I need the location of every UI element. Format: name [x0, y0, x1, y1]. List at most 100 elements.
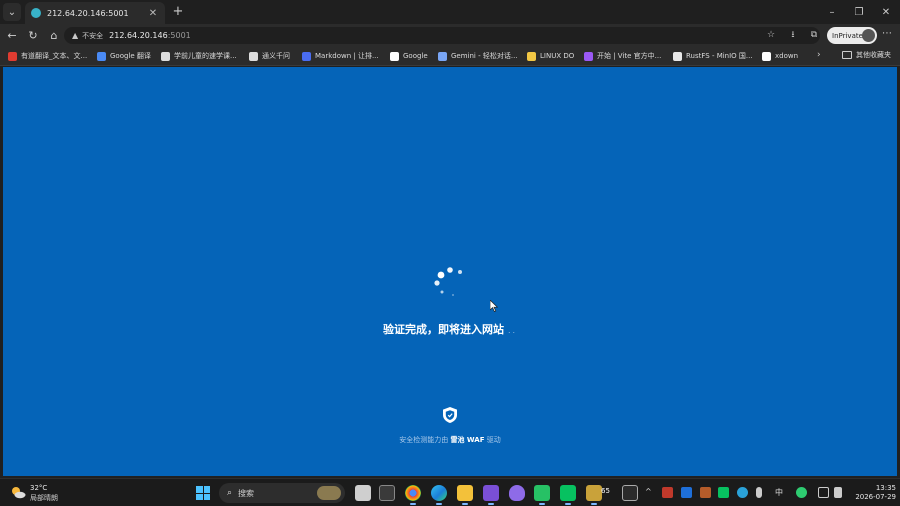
bookmark-item[interactable]: Google 翻译 — [97, 50, 151, 62]
taskbar-search-box[interactable]: ⌕ 搜索 — [219, 483, 345, 503]
bookmark-favicon-icon — [438, 51, 447, 61]
maximize-button[interactable]: ❐ — [845, 0, 873, 24]
snipping-tool-icon[interactable] — [622, 485, 638, 501]
bookmark-label: Google — [403, 52, 428, 60]
favorite-star-icon[interactable]: ☆ — [764, 28, 778, 42]
powered-by-suffix: 驱动 — [486, 436, 501, 444]
mouse-cursor-icon — [490, 300, 498, 312]
warning-triangle-icon[interactable]: ▲ — [72, 31, 78, 40]
edge-icon[interactable] — [431, 485, 447, 505]
bookmark-label: 有道翻译_文本、文... — [21, 52, 88, 60]
bookmark-item[interactable]: xdown — [762, 50, 798, 62]
address-bar[interactable]: ▲ 不安全 212.64.20.146 :5001 — [64, 27, 820, 44]
split-screen-icon[interactable]: ⧉ — [807, 28, 821, 42]
bookmark-label: Gemini - 轻松对话... — [451, 52, 518, 60]
bookmarks-overflow-chevron-icon[interactable]: › — [817, 50, 821, 60]
clock-date[interactable]: 2026-07-29 — [850, 493, 896, 501]
file-explorer-icon[interactable] — [457, 485, 473, 505]
tray-shield-icon[interactable] — [681, 487, 692, 498]
other-favorites-folder[interactable]: 其他收藏夹 — [842, 50, 891, 60]
bookmark-item[interactable]: 开始 | Vite 官方中... — [584, 50, 661, 62]
reload-button[interactable]: ↻ — [25, 27, 41, 43]
bookmark-label: 开始 | Vite 官方中... — [597, 52, 662, 60]
loading-spinner-icon — [434, 267, 462, 296]
chrome-icon[interactable] — [405, 485, 421, 505]
back-button[interactable]: ← — [4, 27, 20, 43]
verification-message-text: 验证完成，即将进入网站 — [382, 323, 504, 336]
minimize-button[interactable]: – — [818, 0, 846, 24]
search-label: 搜索 — [238, 488, 255, 498]
browser-toolbar: ← ↻ ⌂ ▲ 不安全 212.64.20.146 :5001 ☆ ⭳ ⧉ In… — [0, 24, 900, 46]
close-window-button[interactable]: ✕ — [872, 0, 900, 24]
bookmarks-bar: 有道翻译_文本、文... Google 翻译 学前儿童的速学课... 通义千问 … — [0, 46, 900, 66]
tab-title: 212.64.20.146:5001 — [47, 8, 129, 18]
bookmark-item[interactable]: 学前儿童的速学课... — [161, 50, 237, 62]
download-icon[interactable]: ⭳ — [786, 28, 800, 42]
tab-actions-menu-button[interactable]: ⌄ — [3, 3, 21, 21]
inprivate-label: InPrivate — [832, 31, 863, 40]
tab-strip: ⌄ 212.64.20.146:5001 ✕ + – ❐ ✕ — [0, 0, 900, 24]
wechat-icon[interactable] — [560, 485, 576, 505]
bookmark-label: Google 翻译 — [110, 52, 151, 60]
folder-icon — [842, 51, 852, 59]
bookmark-favicon-icon — [161, 51, 170, 61]
tray-wechat-icon[interactable] — [718, 487, 729, 498]
bookmark-favicon-icon — [390, 51, 399, 61]
bookmark-favicon-icon — [584, 51, 593, 61]
taskbar: 32°C 局部晴朗 ⌕ 搜索 65 ^ 中 13:35 2026-07-29 — [0, 478, 900, 506]
bookmark-label: RustFS - MinIO 国... — [686, 52, 753, 60]
safeline-shield-logo-icon — [443, 407, 457, 423]
notification-badge[interactable]: 65 — [601, 487, 610, 495]
tab-close-icon[interactable]: ✕ — [147, 8, 159, 19]
loading-dots: .. — [507, 326, 518, 335]
tray-overflow-chevron-icon[interactable]: ^ — [645, 487, 652, 496]
clock-time[interactable]: 13:35 — [860, 484, 896, 492]
page-content: 验证完成，即将进入网站.. 安全检测能力由 雷池 WAF 驱动 — [3, 67, 897, 476]
visual-studio-icon[interactable] — [483, 485, 499, 505]
terminal-icon[interactable] — [379, 485, 395, 501]
search-icon: ⌕ — [227, 488, 233, 498]
bookmark-label: Markdown | 让排... — [315, 52, 379, 60]
bookmark-favicon-icon — [762, 51, 771, 61]
security-status-label[interactable]: 不安全 — [82, 31, 103, 41]
tray-cloud-icon[interactable] — [737, 487, 748, 498]
weather-temperature[interactable]: 32°C — [30, 484, 47, 492]
app-icon[interactable] — [509, 485, 525, 501]
tab-favicon-icon — [31, 8, 41, 18]
new-tab-button[interactable]: + — [170, 4, 186, 20]
tray-status-icon[interactable] — [796, 487, 807, 498]
weather-description[interactable]: 局部晴朗 — [30, 493, 58, 503]
network-icon[interactable] — [818, 487, 829, 498]
volume-icon[interactable] — [834, 487, 842, 498]
tab-active[interactable]: 212.64.20.146:5001 ✕ — [25, 2, 165, 24]
bookmark-item[interactable]: Markdown | 让排... — [302, 50, 379, 62]
bookmark-item[interactable]: 通义千问 — [249, 50, 290, 62]
bookmark-favicon-icon — [97, 51, 106, 61]
powered-by-prefix: 安全检测能力由 — [399, 436, 449, 444]
bookmark-item[interactable]: Google — [390, 50, 428, 62]
browser-window: ⌄ 212.64.20.146:5001 ✕ + – ❐ ✕ ← ↻ ⌂ ▲ 不… — [0, 0, 900, 506]
microphone-icon[interactable] — [756, 487, 762, 498]
inprivate-badge[interactable]: InPrivate — [827, 27, 877, 44]
bookmark-item[interactable]: Gemini - 轻松对话... — [438, 50, 518, 62]
url-host: 212.64.20.146 — [109, 31, 168, 40]
bookmark-favicon-icon — [302, 51, 311, 61]
bookmark-item[interactable]: RustFS - MinIO 国... — [673, 50, 753, 62]
green-app-icon[interactable] — [534, 485, 550, 505]
bookmark-label: 学前儿童的速学课... — [174, 52, 237, 60]
input-method-indicator[interactable]: 中 — [775, 487, 783, 498]
bookmark-item[interactable]: 有道翻译_文本、文... — [8, 50, 87, 62]
bookmark-label: LINUX DO — [540, 52, 575, 60]
task-view-icon[interactable] — [355, 485, 371, 501]
powered-by-footer: 安全检测能力由 雷池 WAF 驱动 — [3, 435, 897, 445]
more-menu-icon[interactable]: ⋯ — [882, 28, 892, 39]
bookmark-label: 通义千问 — [262, 52, 290, 60]
weather-sun-cloud-icon[interactable] — [10, 485, 26, 499]
start-windows-icon[interactable] — [196, 486, 210, 500]
tray-app-icon[interactable] — [700, 487, 711, 498]
powered-by-brand: 雷池 WAF — [450, 436, 485, 444]
bookmark-item[interactable]: LINUX DO — [527, 50, 574, 62]
home-button[interactable]: ⌂ — [46, 27, 62, 43]
tray-app-icon[interactable] — [662, 487, 673, 498]
notes-app-icon[interactable] — [586, 485, 602, 505]
